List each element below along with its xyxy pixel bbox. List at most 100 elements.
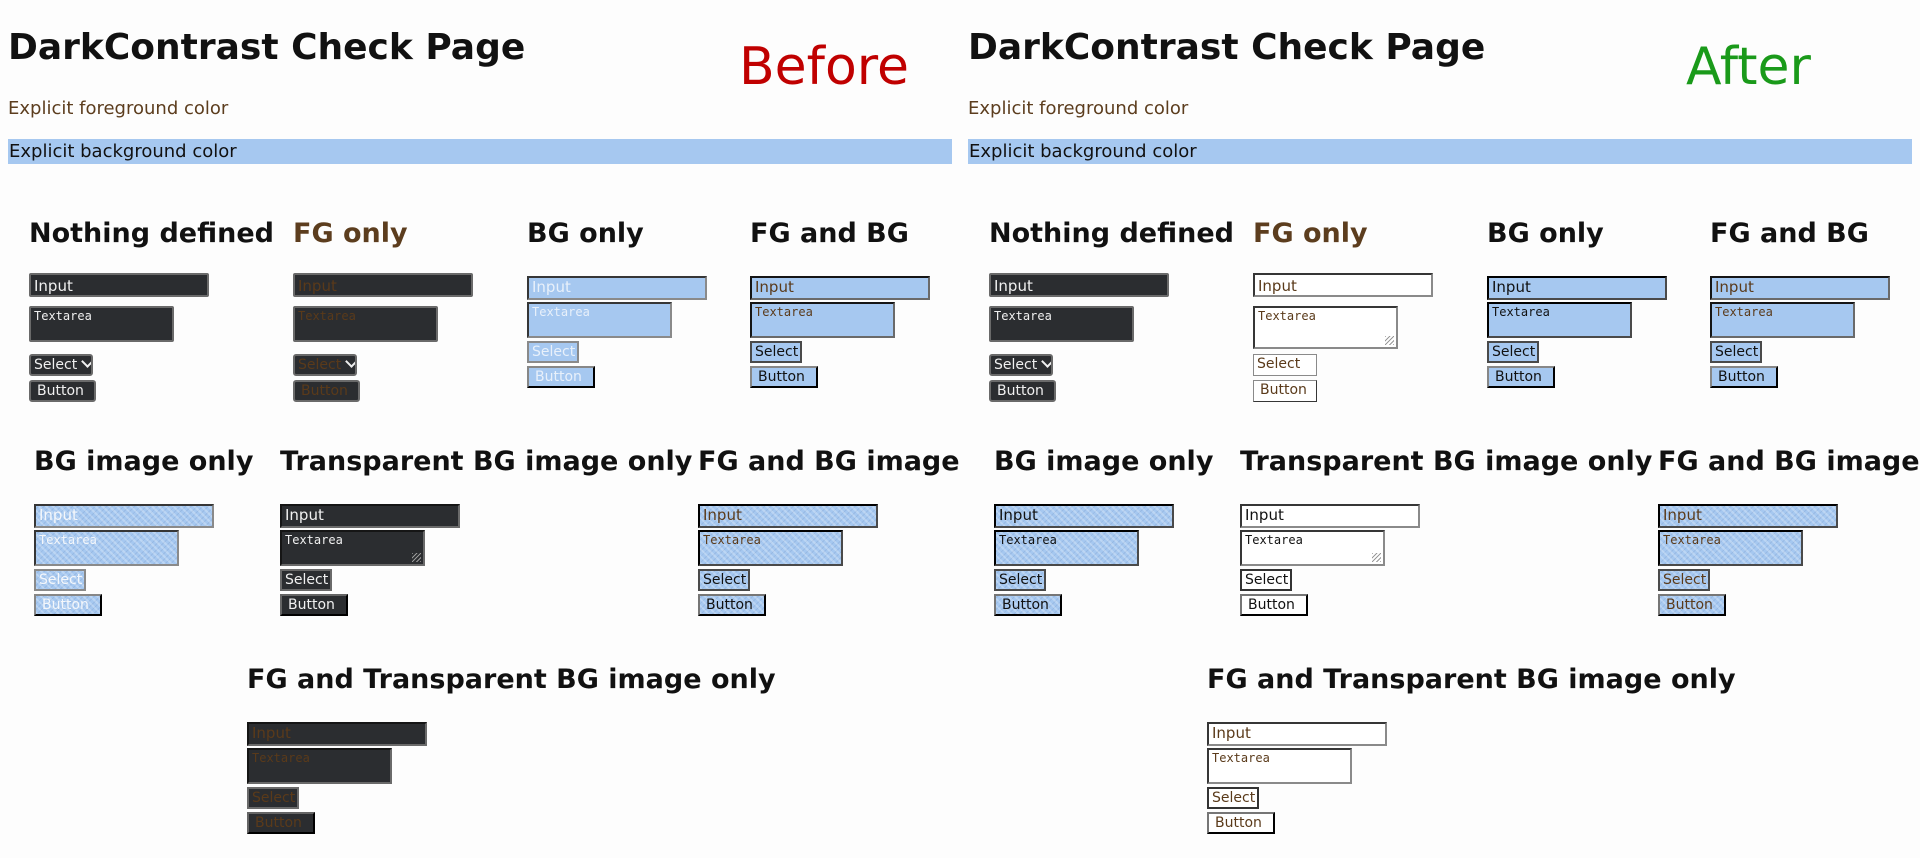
input-field[interactable]: Input	[1253, 273, 1433, 297]
button[interactable]: Button	[527, 366, 595, 388]
select-dropdown[interactable]: Select	[1240, 569, 1292, 591]
section-title-fg-and-bg-image: FG and BG image	[1658, 446, 1920, 477]
section-title-fg-and-bg: FG and BG	[750, 218, 909, 249]
textarea-text: Textarea	[1258, 309, 1316, 323]
input-field[interactable]: Input	[994, 504, 1174, 528]
button[interactable]: Button	[1658, 594, 1726, 616]
section-title-bg-only: BG only	[527, 218, 644, 249]
resize-grip-icon	[1372, 553, 1381, 562]
section-title-bg-image-only: BG image only	[34, 446, 254, 477]
button[interactable]: Button	[1207, 812, 1275, 834]
before-panel: DarkContrast Check Page Before Explicit …	[0, 0, 960, 858]
button[interactable]: Button	[293, 380, 360, 402]
textarea-field[interactable]: Textarea	[1253, 306, 1398, 349]
input-field[interactable]: Input	[1658, 504, 1838, 528]
select-dropdown[interactable]: Select	[527, 341, 579, 363]
input-field[interactable]: Input	[698, 504, 878, 528]
select-dropdown[interactable]: Select	[989, 354, 1053, 376]
section-title-fg-only: FG only	[1253, 218, 1368, 249]
button[interactable]: Button	[280, 594, 348, 616]
textarea-field[interactable]: Textarea	[989, 306, 1134, 342]
resize-grip-icon	[1385, 336, 1394, 345]
button[interactable]: Button	[1487, 366, 1555, 388]
textarea-field[interactable]: Textarea	[247, 748, 392, 784]
after-label: After	[1686, 37, 1811, 97]
after-panel: DarkContrast Check Page After Explicit f…	[960, 0, 1920, 858]
section-title-fg-and-transparent-bg-image-only: FG and Transparent BG image only	[1207, 664, 1736, 695]
textarea-field[interactable]: Textarea	[1240, 530, 1385, 566]
explicit-fg-text: Explicit foreground color	[968, 98, 1189, 119]
page-title: DarkContrast Check Page	[8, 27, 526, 68]
section-title-bg-only: BG only	[1487, 218, 1604, 249]
input-field[interactable]: Input	[1240, 504, 1420, 528]
section-title-transparent-bg-image-only: Transparent BG image only	[1240, 446, 1653, 477]
textarea-field[interactable]: Textarea	[1207, 748, 1352, 784]
chevron-down-icon	[1041, 356, 1051, 368]
textarea-field[interactable]: Textarea	[750, 302, 895, 338]
input-field[interactable]: Input	[34, 504, 214, 528]
before-label: Before	[739, 37, 910, 97]
page-title: DarkContrast Check Page	[968, 27, 1486, 68]
select-dropdown[interactable]: Select	[1253, 354, 1317, 376]
explicit-fg-text: Explicit foreground color	[8, 98, 229, 119]
section-title-bg-image-only: BG image only	[994, 446, 1214, 477]
textarea-field[interactable]: Textarea	[1710, 302, 1855, 338]
textarea-field[interactable]: Textarea	[29, 306, 174, 342]
select-dropdown[interactable]: Select	[293, 354, 357, 376]
select-dropdown[interactable]: Select	[29, 354, 93, 376]
explicit-bg-strip: Explicit background color	[968, 139, 1912, 164]
button[interactable]: Button	[750, 366, 818, 388]
button[interactable]: Button	[247, 812, 315, 834]
section-title-nothing-defined: Nothing defined	[29, 218, 274, 249]
input-field[interactable]: Input	[1487, 276, 1667, 300]
input-field[interactable]: Input	[280, 504, 460, 528]
select-dropdown[interactable]: Select	[698, 569, 750, 591]
select-dropdown[interactable]: Select	[247, 787, 299, 809]
textarea-field[interactable]: Textarea	[34, 530, 179, 566]
select-dropdown[interactable]: Select	[34, 569, 86, 591]
button[interactable]: Button	[994, 594, 1062, 616]
input-field[interactable]: Input	[989, 273, 1169, 297]
button[interactable]: Button	[698, 594, 766, 616]
input-field[interactable]: Input	[293, 273, 473, 297]
section-title-fg-only: FG only	[293, 218, 408, 249]
textarea-field[interactable]: Textarea	[527, 302, 672, 338]
textarea-field[interactable]: Textarea	[1487, 302, 1632, 338]
select-dropdown[interactable]: Select	[1487, 341, 1539, 363]
textarea-field[interactable]: Textarea	[1658, 530, 1803, 566]
input-field[interactable]: Input	[247, 722, 427, 746]
select-dropdown[interactable]: Select	[1658, 569, 1710, 591]
button[interactable]: Button	[989, 380, 1056, 402]
select-label: Select	[34, 357, 78, 373]
explicit-bg-strip: Explicit background color	[8, 139, 952, 164]
input-field[interactable]: Input	[1710, 276, 1890, 300]
section-title-fg-and-bg-image: FG and BG image	[698, 446, 960, 477]
select-dropdown[interactable]: Select	[1710, 341, 1762, 363]
input-field[interactable]: Input	[1207, 722, 1387, 746]
textarea-field[interactable]: Textarea	[698, 530, 843, 566]
button[interactable]: Button	[1253, 380, 1317, 402]
section-title-fg-and-bg: FG and BG	[1710, 218, 1869, 249]
input-field[interactable]: Input	[29, 273, 209, 297]
select-dropdown[interactable]: Select	[1207, 787, 1259, 809]
textarea-field[interactable]: Textarea	[994, 530, 1139, 566]
section-title-nothing-defined: Nothing defined	[989, 218, 1234, 249]
input-field[interactable]: Input	[527, 276, 707, 300]
select-label: Select	[994, 357, 1038, 373]
textarea-field[interactable]: Textarea	[280, 530, 425, 566]
select-dropdown[interactable]: Select	[280, 569, 332, 591]
textarea-field[interactable]: Textarea	[293, 306, 438, 342]
select-label: Select	[298, 357, 342, 373]
input-field[interactable]: Input	[750, 276, 930, 300]
button[interactable]: Button	[1240, 594, 1308, 616]
select-dropdown[interactable]: Select	[750, 341, 802, 363]
select-dropdown[interactable]: Select	[994, 569, 1046, 591]
resize-grip-icon	[412, 553, 421, 562]
button[interactable]: Button	[34, 594, 102, 616]
textarea-text: Textarea	[1245, 533, 1303, 547]
chevron-down-icon	[345, 356, 355, 368]
button[interactable]: Button	[29, 380, 96, 402]
section-title-fg-and-transparent-bg-image-only: FG and Transparent BG image only	[247, 664, 776, 695]
chevron-down-icon	[81, 356, 91, 368]
button[interactable]: Button	[1710, 366, 1778, 388]
